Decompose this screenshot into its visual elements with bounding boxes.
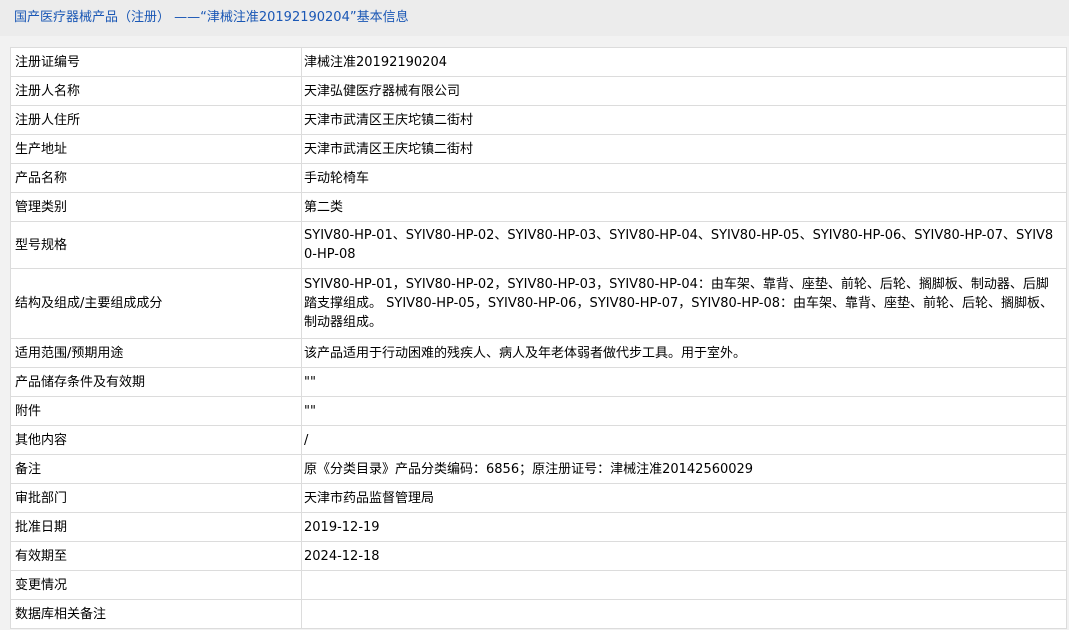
row-label: 批准日期 [10, 512, 302, 542]
info-panel: 注册证编号 津械注准20192190204 注册人名称 天津弘健医疗器械有限公司… [0, 36, 1069, 630]
row-label: 备注 [10, 454, 302, 484]
table-row-valid-until: 有效期至 2024-12-18 [10, 541, 1067, 571]
row-value: 第二类 [301, 192, 1067, 222]
table-row-storage-validity: 产品储存条件及有效期 "" [10, 367, 1067, 397]
row-label: 变更情况 [10, 570, 302, 600]
row-value [301, 570, 1067, 600]
row-label: 生产地址 [10, 134, 302, 164]
table-row-database-notes: 数据库相关备注 [10, 599, 1067, 629]
row-label: 结构及组成/主要组成成分 [10, 268, 302, 339]
row-value: 津械注准20192190204 [301, 47, 1067, 77]
table-row-intended-use: 适用范围/预期用途 该产品适用于行动困难的残疾人、病人及年老体弱者做代步工具。用… [10, 338, 1067, 368]
row-value: 2019-12-19 [301, 512, 1067, 542]
table-row-change-history: 变更情况 [10, 570, 1067, 600]
page-title: 国产医疗器械产品（注册） ——“津械注准20192190204”基本信息 [0, 0, 1069, 36]
row-value: "" [301, 396, 1067, 426]
table-row-production-address: 生产地址 天津市武清区王庆坨镇二街村 [10, 134, 1067, 164]
row-value [301, 599, 1067, 629]
row-value: "" [301, 367, 1067, 397]
row-label: 附件 [10, 396, 302, 426]
basic-info-table: 注册证编号 津械注准20192190204 注册人名称 天津弘健医疗器械有限公司… [10, 47, 1067, 629]
row-value: SYIV80-HP-01，SYIV80-HP-02，SYIV80-HP-03，S… [301, 268, 1067, 339]
table-row-approval-department: 审批部门 天津市药品监督管理局 [10, 483, 1067, 513]
row-value: 原《分类目录》产品分类编码：6856；原注册证号：津械注准20142560029 [301, 454, 1067, 484]
table-row-approval-date: 批准日期 2019-12-19 [10, 512, 1067, 542]
table-row-remarks: 备注 原《分类目录》产品分类编码：6856；原注册证号：津械注准20142560… [10, 454, 1067, 484]
table-row-product-name: 产品名称 手动轮椅车 [10, 163, 1067, 193]
row-value: 天津市武清区王庆坨镇二街村 [301, 105, 1067, 135]
row-label: 适用范围/预期用途 [10, 338, 302, 368]
row-value: 2024-12-18 [301, 541, 1067, 571]
row-value: 天津市武清区王庆坨镇二街村 [301, 134, 1067, 164]
table-row-registrant-address: 注册人住所 天津市武清区王庆坨镇二街村 [10, 105, 1067, 135]
row-label: 审批部门 [10, 483, 302, 513]
table-row-attachments: 附件 "" [10, 396, 1067, 426]
row-value: 天津弘健医疗器械有限公司 [301, 76, 1067, 106]
row-label: 有效期至 [10, 541, 302, 571]
row-value: 手动轮椅车 [301, 163, 1067, 193]
table-row-other-content: 其他内容 / [10, 425, 1067, 455]
row-label: 注册人住所 [10, 105, 302, 135]
row-label: 产品名称 [10, 163, 302, 193]
table-row-management-category: 管理类别 第二类 [10, 192, 1067, 222]
table-row-model-spec: 型号规格 SYIV80-HP-01、SYIV80-HP-02、SYIV80-HP… [10, 221, 1067, 269]
table-row-registration-number: 注册证编号 津械注准20192190204 [10, 47, 1067, 77]
row-label: 型号规格 [10, 221, 302, 269]
row-label: 注册证编号 [10, 47, 302, 77]
row-value: SYIV80-HP-01、SYIV80-HP-02、SYIV80-HP-03、S… [301, 221, 1067, 269]
row-value: / [301, 425, 1067, 455]
row-value: 该产品适用于行动困难的残疾人、病人及年老体弱者做代步工具。用于室外。 [301, 338, 1067, 368]
row-value: 天津市药品监督管理局 [301, 483, 1067, 513]
row-label: 其他内容 [10, 425, 302, 455]
row-label: 管理类别 [10, 192, 302, 222]
row-label: 数据库相关备注 [10, 599, 302, 629]
row-label: 注册人名称 [10, 76, 302, 106]
row-label: 产品储存条件及有效期 [10, 367, 302, 397]
table-row-registrant-name: 注册人名称 天津弘健医疗器械有限公司 [10, 76, 1067, 106]
table-row-structure-composition: 结构及组成/主要组成成分 SYIV80-HP-01，SYIV80-HP-02，S… [10, 268, 1067, 339]
